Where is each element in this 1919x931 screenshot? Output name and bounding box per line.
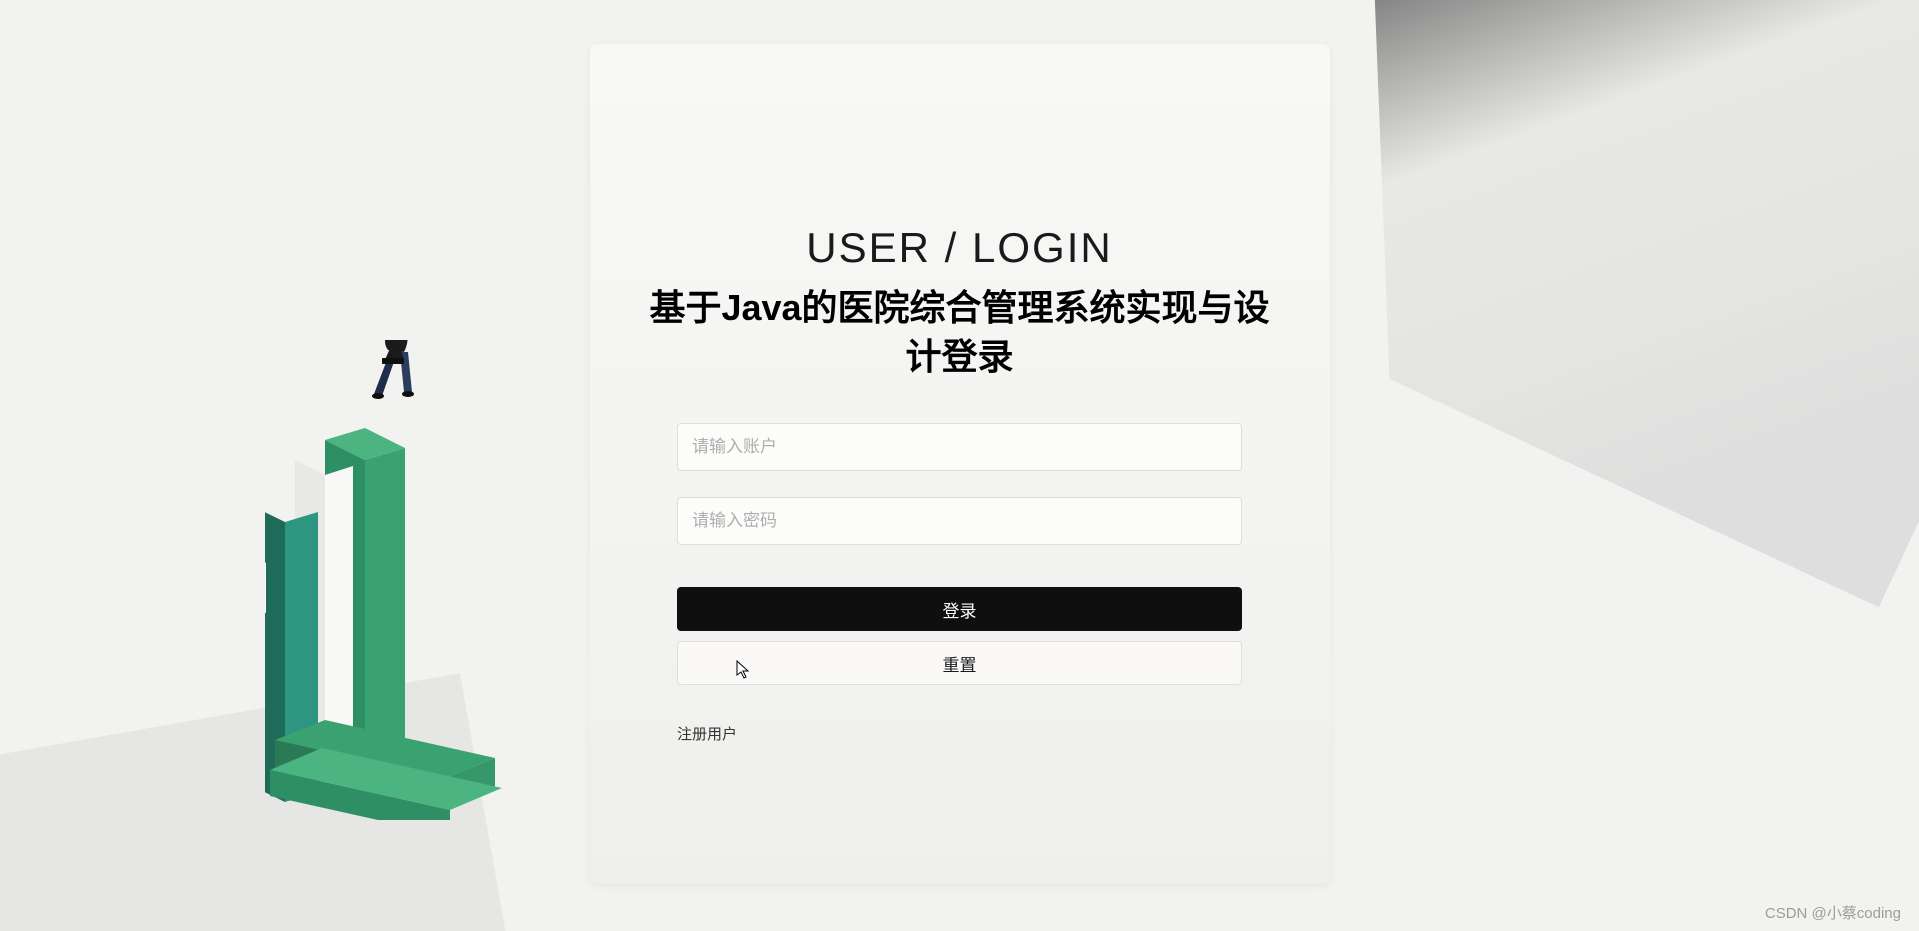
login-cn-title: 基于Java的医院综合管理系统实现与设计登录 <box>632 284 1288 381</box>
password-input[interactable] <box>677 497 1242 545</box>
login-button[interactable]: 登录 <box>677 587 1242 631</box>
login-form: 登录 重置 注册用户 <box>677 423 1242 744</box>
watermark: CSDN @小蔡coding <box>1765 902 1901 923</box>
books-illustration-left <box>265 340 555 825</box>
register-link[interactable]: 注册用户 <box>677 723 737 744</box>
reset-button[interactable]: 重置 <box>677 641 1242 685</box>
login-eng-title: USER / LOGIN <box>632 224 1288 272</box>
login-card: USER / LOGIN 基于Java的医院综合管理系统实现与设计登录 登录 重… <box>590 44 1330 884</box>
username-input[interactable] <box>677 423 1242 471</box>
